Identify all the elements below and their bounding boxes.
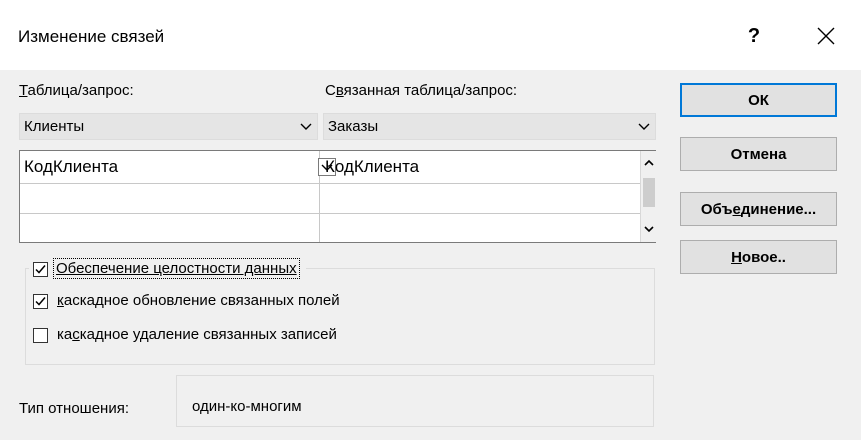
title-bar: Изменение связей ? (0, 0, 861, 70)
related-table-query-label: Связанная таблица/запрос: (325, 82, 518, 99)
chevron-down-icon (638, 123, 650, 130)
cascade-update-checkbox[interactable] (33, 294, 48, 309)
grid-row-divider (20, 183, 640, 184)
grid-scrollbar[interactable] (640, 151, 657, 242)
cascade-delete-label[interactable]: каскадное удаление связанных записей (57, 326, 337, 343)
checkmark-icon (35, 297, 46, 306)
cascade-delete-checkbox[interactable] (33, 328, 48, 343)
close-button[interactable] (806, 18, 846, 54)
cascade-update-label[interactable]: каскадное обновление связанных полей (57, 292, 340, 309)
table-query-combo[interactable]: Клиенты (19, 113, 318, 140)
related-table-query-value: Заказы (328, 118, 379, 135)
checkmark-icon (35, 265, 46, 274)
help-button[interactable]: ? (734, 18, 774, 54)
grid-cell-primary-field[interactable]: КодКлиента (24, 157, 118, 177)
create-new-button[interactable]: Новое.. (680, 240, 837, 274)
cancel-button[interactable]: Отмена (680, 137, 837, 171)
scroll-up-icon[interactable] (641, 155, 657, 171)
relationship-type-label: Тип отношения: (19, 400, 130, 417)
relationship-type-box: один-ко-многим (176, 375, 654, 427)
field-mapping-grid[interactable]: КодКлиента КодКлиента (19, 150, 657, 243)
integrity-label[interactable]: Обеспечение целостности данных (53, 258, 300, 279)
relationship-type-value: один-ко-многим (192, 398, 302, 415)
edit-relationships-dialog: Изменение связей ? Таблица/запрос: Клиен… (0, 0, 861, 440)
scrollbar-thumb[interactable] (643, 178, 655, 207)
scroll-down-icon[interactable] (641, 221, 657, 237)
ok-button[interactable]: ОК (680, 83, 837, 117)
join-type-button[interactable]: Объ е динение... (680, 192, 837, 226)
table-query-label: Таблица/запрос: (19, 82, 134, 99)
integrity-checkbox[interactable] (33, 262, 48, 277)
integrity-group (25, 268, 655, 365)
grid-cell-related-field[interactable]: КодКлиента (325, 157, 419, 177)
integrity-legend: Обеспечение целостности данных (29, 258, 306, 280)
grid-row-divider (20, 213, 640, 214)
chevron-down-icon (300, 123, 312, 130)
table-query-value: Клиенты (24, 118, 85, 135)
related-table-query-combo[interactable]: Заказы (323, 113, 656, 140)
dialog-title: Изменение связей (18, 27, 165, 46)
close-icon (817, 27, 835, 45)
